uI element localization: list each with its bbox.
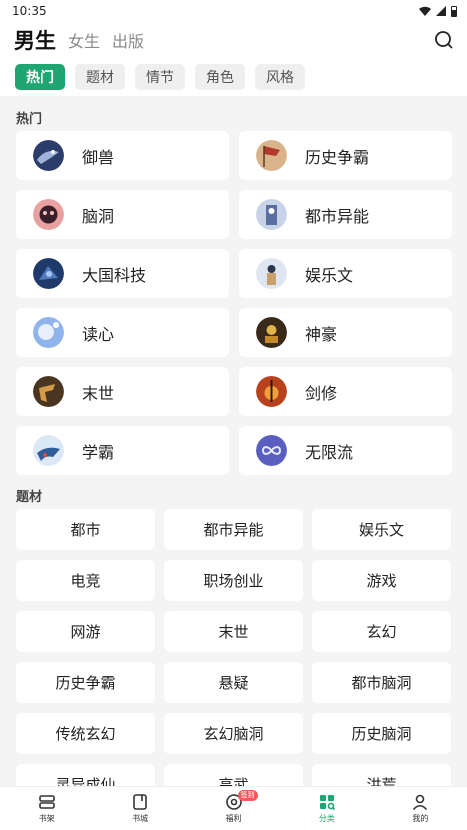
hot-item[interactable]: 大国科技 <box>16 249 229 298</box>
topic-item[interactable]: 传统玄幻 <box>16 713 155 754</box>
category-icon <box>319 795 335 811</box>
nav-profile[interactable]: 我的 <box>374 787 467 830</box>
tab-publish[interactable]: 出版 <box>112 28 144 52</box>
bookstore-icon <box>133 794 147 810</box>
hot-item[interactable]: 历史争霸 <box>239 131 452 180</box>
topic-item[interactable]: 灵异成仙 <box>16 764 155 786</box>
search-icon[interactable] <box>433 29 455 51</box>
hot-item-label: 御兽 <box>82 147 115 167</box>
topic-item[interactable]: 玄幻 <box>312 611 451 652</box>
topic-item[interactable]: 职场创业 <box>164 560 303 601</box>
nav-bookstore[interactable]: 书城 <box>93 787 186 830</box>
nav-profile-label: 我的 <box>412 814 429 823</box>
nav-welfare[interactable]: 签到 福利 <box>187 787 280 830</box>
nav-bookshelf-label: 书架 <box>38 814 55 823</box>
tycoon-cover-icon <box>256 317 287 348</box>
status-icons <box>419 5 457 17</box>
apocalypse-cover-icon <box>33 376 64 407</box>
category-content[interactable]: 热门 御兽 历史争霸 脑洞 都市异能 大国科技 娱乐文 读心 神豪 末世 剑修 … <box>0 96 467 786</box>
hot-item[interactable]: 都市异能 <box>239 190 452 239</box>
hot-item[interactable]: 御兽 <box>16 131 229 180</box>
checkin-badge: 签到 <box>237 790 258 801</box>
topic-item[interactable]: 历史争霸 <box>16 662 155 703</box>
battery-icon <box>451 5 457 17</box>
nav-bookstore-label: 书城 <box>132 814 149 823</box>
topic-item[interactable]: 娱乐文 <box>312 509 451 550</box>
hot-section-title: 热门 <box>16 112 43 127</box>
urban-power-cover-icon <box>256 199 287 230</box>
tab-male[interactable]: 男生 <box>14 25 56 55</box>
history-cover-icon <box>256 140 287 171</box>
tech-cover-icon <box>33 258 64 289</box>
entertainment-cover-icon <box>256 258 287 289</box>
hot-item-label: 学霸 <box>82 442 115 462</box>
hot-item-label: 脑洞 <box>82 206 115 226</box>
mindread-cover-icon <box>33 317 64 348</box>
profile-icon <box>413 794 428 811</box>
signal-icon <box>436 6 446 16</box>
topic-item[interactable]: 末世 <box>164 611 303 652</box>
category-tab-role[interactable]: 角色 <box>195 64 245 90</box>
tab-female[interactable]: 女生 <box>68 28 100 52</box>
topic-item[interactable]: 都市异能 <box>164 509 303 550</box>
topic-item[interactable]: 洪荒 <box>312 764 451 786</box>
beast-cover-icon <box>33 140 64 171</box>
hot-item[interactable]: 脑洞 <box>16 190 229 239</box>
hot-item-label: 大国科技 <box>82 265 147 285</box>
infinity-cover-icon <box>256 435 287 466</box>
wifi-icon <box>419 6 431 16</box>
hot-item[interactable]: 剑修 <box>239 367 452 416</box>
hot-item-label: 读心 <box>82 324 115 344</box>
category-tabs: 热门 题材 情节 角色 风格 <box>0 58 467 96</box>
hot-item[interactable]: 娱乐文 <box>239 249 452 298</box>
topic-item[interactable]: 游戏 <box>312 560 451 601</box>
category-tab-style[interactable]: 风格 <box>255 64 305 90</box>
topic-item[interactable]: 历史脑洞 <box>312 713 451 754</box>
topic-item[interactable]: 玄幻脑洞 <box>164 713 303 754</box>
topic-item[interactable]: 网游 <box>16 611 155 652</box>
sword-cover-icon <box>256 376 287 407</box>
hot-item[interactable]: 学霸 <box>16 426 229 475</box>
brainstorm-cover-icon <box>33 199 64 230</box>
gender-tabs: 男生 女生 出版 <box>0 22 467 58</box>
topic-item[interactable]: 都市 <box>16 509 155 550</box>
category-tab-topic[interactable]: 题材 <box>75 64 125 90</box>
status-bar: 10:35 <box>0 0 467 22</box>
topic-item[interactable]: 悬疑 <box>164 662 303 703</box>
topic-grid: 都市 都市异能 娱乐文 电竞 职场创业 游戏 网游 末世 玄幻 历史争霸 悬疑 … <box>0 509 467 786</box>
topic-item[interactable]: 高武 <box>164 764 303 786</box>
hot-item[interactable]: 无限流 <box>239 426 452 475</box>
status-time: 10:35 <box>12 4 47 18</box>
hot-item[interactable]: 神豪 <box>239 308 452 357</box>
hot-item-label: 娱乐文 <box>305 265 354 285</box>
hot-item-label: 无限流 <box>305 442 354 462</box>
hot-item-label: 都市异能 <box>305 206 370 226</box>
topic-item[interactable]: 都市脑洞 <box>312 662 451 703</box>
hot-item-label: 末世 <box>82 383 115 403</box>
topic-item[interactable]: 电竞 <box>16 560 155 601</box>
category-tab-plot[interactable]: 情节 <box>135 64 185 90</box>
nav-category[interactable]: 分类 <box>280 787 373 830</box>
scholar-cover-icon <box>33 435 64 466</box>
category-tab-hot[interactable]: 热门 <box>15 64 65 90</box>
nav-category-label: 分类 <box>318 814 335 823</box>
hot-item-label: 神豪 <box>305 324 338 344</box>
hot-item-label: 历史争霸 <box>305 147 370 167</box>
hot-item[interactable]: 读心 <box>16 308 229 357</box>
hot-item[interactable]: 末世 <box>16 367 229 416</box>
topic-section-title: 题材 <box>16 490 43 505</box>
nav-welfare-label: 福利 <box>225 814 242 823</box>
bottom-nav: 书架 书城 签到 福利 分类 我的 <box>0 786 467 830</box>
hot-item-label: 剑修 <box>305 383 338 403</box>
hot-grid: 御兽 历史争霸 脑洞 都市异能 大国科技 娱乐文 读心 神豪 末世 剑修 学霸 … <box>0 131 467 475</box>
bookshelf-icon <box>38 795 55 809</box>
nav-bookshelf[interactable]: 书架 <box>0 787 93 830</box>
